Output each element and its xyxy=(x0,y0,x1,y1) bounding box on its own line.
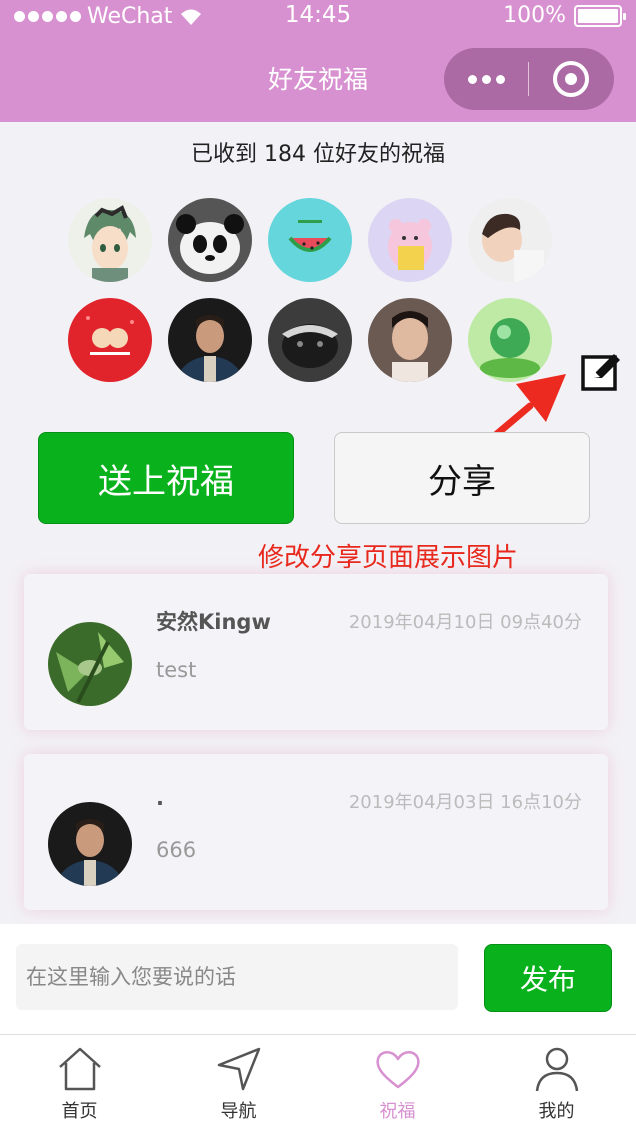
status-bar: WeChat 14:45 100% xyxy=(0,0,636,30)
annotation-text: 修改分享页面展示图片 xyxy=(258,543,519,573)
home-icon xyxy=(58,1047,101,1091)
message-avatar[interactable] xyxy=(48,802,132,886)
message-input-box xyxy=(16,944,458,1010)
avatar-man-portrait[interactable] xyxy=(168,298,252,382)
tab-label: 祝福 xyxy=(379,1101,416,1122)
avatar-panda[interactable] xyxy=(168,198,252,282)
message-card: 安然Kingw 2019年04月10日 09点40分 test xyxy=(24,574,608,730)
avatar-honey-badger[interactable] xyxy=(268,298,352,382)
tab-navigation[interactable]: 导航 xyxy=(159,1035,318,1128)
message-text: test xyxy=(156,658,197,682)
navigation-icon xyxy=(217,1047,260,1091)
close-button[interactable] xyxy=(529,61,613,97)
avatar-anime-boy[interactable] xyxy=(68,198,152,282)
message-avatar[interactable] xyxy=(48,622,132,706)
message-text: 666 xyxy=(156,838,197,862)
post-button[interactable]: 发布 xyxy=(484,944,612,1012)
message-input[interactable] xyxy=(16,944,458,1010)
target-icon xyxy=(553,61,589,97)
tab-label: 导航 xyxy=(220,1101,257,1122)
message-date: 2019年04月10日 09点40分 xyxy=(348,612,582,633)
mini-program-capsule xyxy=(444,48,614,110)
more-icon[interactable] xyxy=(444,74,528,84)
avatar-child[interactable] xyxy=(468,198,552,282)
tab-home[interactable]: 首页 xyxy=(0,1035,159,1128)
tab-profile[interactable]: 我的 xyxy=(477,1035,636,1128)
tab-label: 首页 xyxy=(61,1101,98,1122)
heart-icon xyxy=(375,1051,420,1089)
avatar-cartoon-dogs[interactable] xyxy=(68,298,152,382)
message-author: . xyxy=(156,786,164,810)
user-icon xyxy=(535,1047,578,1092)
avatar-watermelon[interactable] xyxy=(268,198,352,282)
tab-blessing[interactable]: 祝福 xyxy=(318,1035,477,1128)
battery-icon xyxy=(574,4,626,27)
composer-bar: 发布 xyxy=(0,924,636,1034)
received-count: 已收到 184 位好友的祝福 xyxy=(191,142,445,167)
battery-label: 100% xyxy=(503,3,566,28)
tab-label: 我的 xyxy=(538,1101,575,1122)
top-bar: WeChat 14:45 100% 好友祝福 xyxy=(0,0,636,122)
share-button[interactable]: 分享 xyxy=(334,432,590,524)
message-author: 安然Kingw xyxy=(156,610,271,634)
message-date: 2019年04月03日 16点10分 xyxy=(348,792,582,813)
send-blessing-button[interactable]: 送上祝福 xyxy=(38,432,294,524)
message-card: . 2019年04月03日 16点10分 666 xyxy=(24,754,608,910)
tab-bar: 首页 导航 祝福 我的 xyxy=(0,1034,636,1128)
avatar-pink-pig[interactable] xyxy=(368,198,452,282)
battery: 100% xyxy=(503,3,626,28)
